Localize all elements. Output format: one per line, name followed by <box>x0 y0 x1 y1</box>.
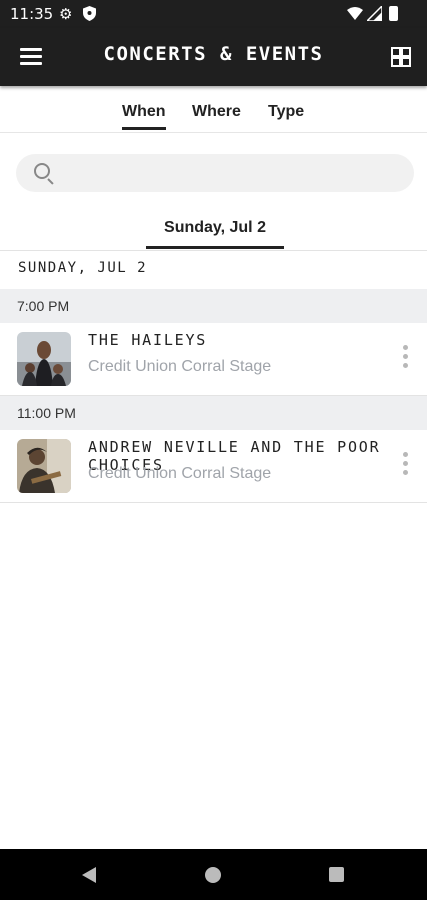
search-icon <box>34 163 50 179</box>
page-title: CONCERTS & EVENTS <box>103 43 324 65</box>
tab-when[interactable]: When <box>122 103 166 130</box>
search-input[interactable] <box>16 154 414 192</box>
grid-view-icon[interactable] <box>391 47 411 67</box>
event-row[interactable]: ANDREW NEVILLE AND THE POOR CHOICES Cred… <box>0 430 427 503</box>
more-options-icon[interactable] <box>397 345 413 373</box>
time-header: 7:00 PM <box>0 289 427 323</box>
artist-photo <box>17 439 71 493</box>
date-tab[interactable]: Sunday, Jul 2 <box>146 219 284 249</box>
wifi-icon <box>347 7 363 20</box>
tab-type[interactable]: Type <box>268 103 304 121</box>
event-row[interactable]: THE HAILEYS Credit Union Corral Stage <box>0 323 427 396</box>
back-icon[interactable] <box>82 867 96 883</box>
status-time: 11:35 <box>10 5 54 23</box>
event-venue: Credit Union Corral Stage <box>88 465 272 482</box>
filter-tabs: When Where Type <box>0 86 427 133</box>
home-icon[interactable] <box>205 867 221 883</box>
day-header: SUNDAY, JUL 2 <box>18 260 148 276</box>
shield-icon <box>83 6 96 21</box>
status-bar: 11:35 ⚙ <box>0 0 427 28</box>
artist-photo <box>17 332 71 386</box>
battery-icon <box>389 6 398 21</box>
event-name: THE HAILEYS <box>88 331 208 349</box>
system-nav-bar <box>0 849 427 900</box>
settings-gear-icon: ⚙ <box>59 6 73 23</box>
tab-where[interactable]: Where <box>192 103 241 121</box>
signal-icon <box>367 6 382 21</box>
time-header: 11:00 PM <box>0 396 427 430</box>
time-label: 7:00 PM <box>17 298 70 314</box>
event-venue: Credit Union Corral Stage <box>88 358 272 375</box>
divider <box>0 250 427 251</box>
more-options-icon[interactable] <box>397 452 413 480</box>
app-bar: CONCERTS & EVENTS <box>0 28 427 86</box>
recent-apps-icon[interactable] <box>329 867 344 882</box>
time-label: 11:00 PM <box>17 405 76 421</box>
